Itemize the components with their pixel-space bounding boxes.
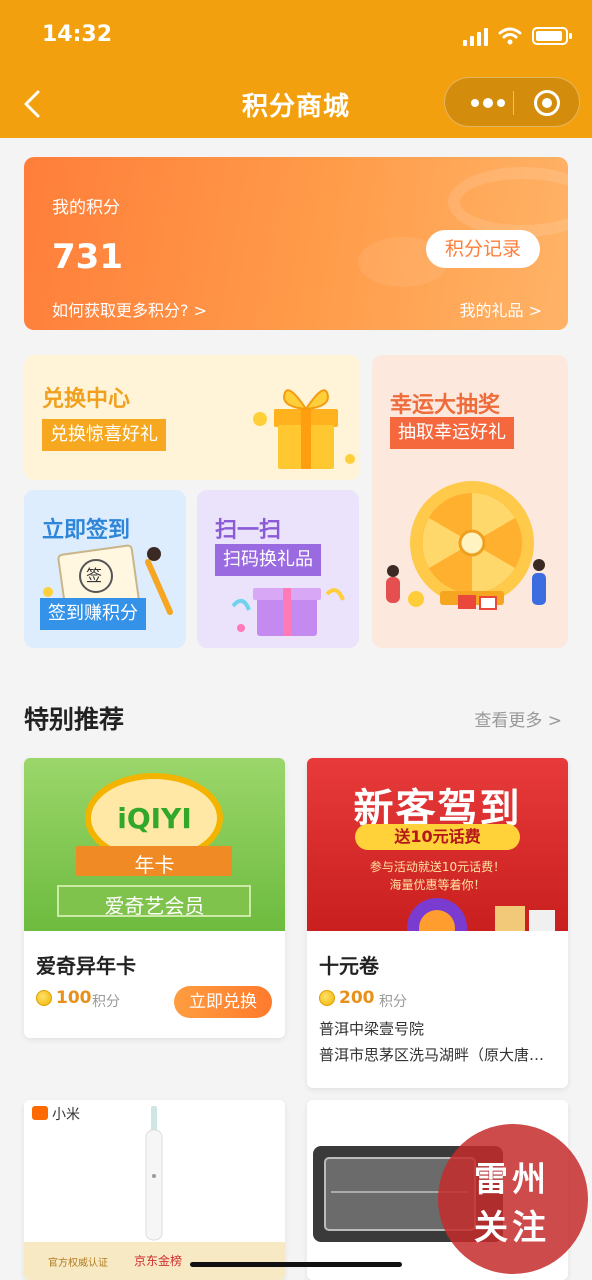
coin-icon	[319, 990, 335, 1006]
tile-tag: 扫码换礼品	[215, 544, 321, 576]
watermark-line2: 关注	[474, 1208, 550, 1248]
banner-sub1: 参与活动就送10元话费！	[369, 860, 506, 874]
close-target-icon[interactable]	[534, 90, 560, 116]
price-unit: 积分	[92, 994, 120, 1010]
tile-title: 幸运大抽奖	[390, 393, 501, 418]
product-name: 爱奇异年卡	[36, 954, 136, 978]
product-card[interactable]: 新客驾到 送10元话费 参与活动就送10元话费！ 海量优惠等着你！ 十元卷 20…	[307, 758, 568, 1088]
banner-subtitle: 爱奇艺会员	[104, 894, 205, 918]
more-dots-icon[interactable]	[465, 78, 511, 128]
tile-exchange-center[interactable]: 兑换中心 兑换惊喜好礼	[24, 355, 360, 480]
tile-sign-in[interactable]: 立即签到 签 签到赚积分	[24, 490, 186, 648]
coin-icon	[36, 990, 52, 1006]
gift-box-icon	[253, 389, 355, 469]
prize-wheel-icon	[386, 481, 546, 610]
tile-tag: 抽取幸运好礼	[390, 417, 514, 449]
points-card: 我的积分 731 积分记录 如何获取更多积分? > 我的礼品 >	[24, 157, 568, 330]
product-image: 新客驾到 送10元话费 参与活动就送10元话费！ 海量优惠等着你！	[307, 758, 568, 931]
redeem-button[interactable]: 立即兑换	[174, 986, 272, 1018]
footer-cert: 官方权威认证	[48, 1258, 108, 1269]
earn-more-points-link[interactable]: 如何获取更多积分? >	[52, 297, 207, 321]
price-unit: 积分	[379, 994, 407, 1010]
store-name: 普洱中梁壹号院	[319, 1020, 425, 1038]
points-record-button[interactable]: 积分记录	[426, 230, 540, 268]
mi-logo	[32, 1106, 48, 1120]
brand-label: 小米	[52, 1107, 80, 1123]
capsule-divider	[513, 91, 514, 115]
product-card[interactable]: 小米 官方权威认证 京东金榜	[24, 1100, 285, 1280]
sign-stamp-text: 签	[86, 566, 103, 585]
home-indicator	[190, 1262, 402, 1267]
product-image: 小米 官方权威认证 京东金榜	[24, 1100, 285, 1280]
watermark-line1: 雷州	[474, 1160, 550, 1200]
banner-ribbon: 送10元话费	[355, 824, 520, 850]
toothbrush-image	[145, 1106, 163, 1241]
view-more-link[interactable]: 查看更多 >	[474, 706, 562, 731]
tile-tag: 兑换惊喜好礼	[42, 419, 166, 451]
status-time: 14:32	[42, 22, 113, 47]
product-card[interactable]: iQIYI 年卡 爱奇艺会员 爱奇异年卡 100 积分 立即兑换	[24, 758, 285, 1038]
product-image: iQIYI 年卡 爱奇艺会员	[24, 758, 285, 931]
battery-icon	[532, 27, 572, 45]
wifi-icon	[498, 27, 522, 45]
points-label: 我的积分	[52, 198, 120, 218]
gift-box-icon	[231, 588, 345, 636]
product-price: 200	[339, 988, 375, 1008]
product-name: 十元卷	[319, 954, 379, 978]
footer-jd: 京东金榜	[134, 1254, 183, 1268]
tile-title: 立即签到	[42, 518, 131, 543]
watermark-stamp: 雷州 关注	[438, 1124, 588, 1274]
my-gifts-link[interactable]: 我的礼品 >	[460, 297, 543, 321]
section-title: 特别推荐	[24, 705, 125, 734]
points-value: 731	[52, 237, 123, 277]
tile-title: 扫一扫	[215, 518, 282, 543]
tile-title: 兑换中心	[42, 387, 131, 412]
tile-tag: 签到赚积分	[40, 598, 146, 630]
tile-scan[interactable]: 扫一扫 扫码换礼品	[197, 490, 359, 648]
header-bar: 14:32 积分商城	[0, 0, 592, 138]
store-address: 普洱市思茅区洗马湖畔（原大唐…	[319, 1046, 545, 1064]
iqiyi-logo: iQIYI	[117, 802, 192, 835]
signal-icon	[463, 26, 488, 46]
tile-lucky-draw[interactable]: 幸运大抽奖 抽取幸运好礼	[372, 355, 568, 648]
status-icons	[463, 24, 572, 48]
mini-program-capsule	[444, 77, 580, 127]
banner-ribbon: 年卡	[134, 853, 175, 877]
product-price: 100	[56, 988, 92, 1008]
